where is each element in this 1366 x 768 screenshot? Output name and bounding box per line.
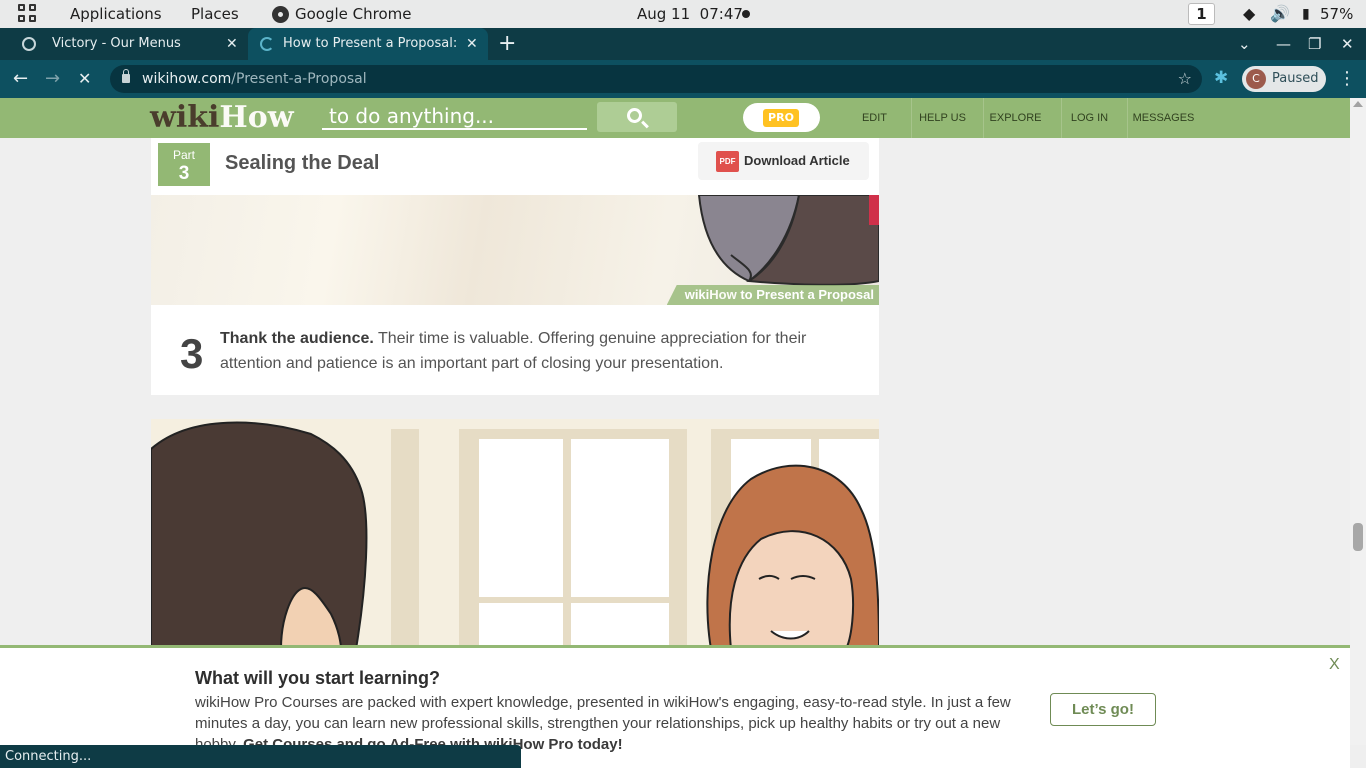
search-icon xyxy=(627,108,642,123)
nav-explore[interactable]: EXPLORE xyxy=(983,98,1047,138)
nav-messages[interactable]: MESSAGES xyxy=(1127,98,1199,138)
chrome-icon xyxy=(272,6,289,23)
forward-button[interactable]: → xyxy=(45,60,60,98)
logo-part-how: How xyxy=(219,100,294,135)
back-button[interactable]: ← xyxy=(13,60,28,98)
image-watermark: wikiHow to Present a Proposal xyxy=(666,285,879,305)
wikihow-logo[interactable]: wikiHow xyxy=(150,102,294,134)
logo-part-wiki: wiki xyxy=(150,100,220,135)
minimize-button[interactable]: — xyxy=(1276,28,1291,60)
illustration-art xyxy=(151,419,879,649)
lets-go-button[interactable]: Let’s go! xyxy=(1050,693,1156,726)
download-article-button[interactable]: PDF Download Article xyxy=(698,142,869,180)
places-menu[interactable]: Places xyxy=(191,0,239,28)
pro-button[interactable]: PRO xyxy=(743,103,820,132)
tab-close-icon[interactable]: ✕ xyxy=(466,28,478,60)
promo-close-button[interactable]: X xyxy=(1329,656,1340,674)
url-host: wikihow.com xyxy=(142,71,232,87)
stop-loading-button[interactable]: ✕ xyxy=(78,60,91,98)
tab-title: How to Present a Proposal: 1 xyxy=(283,36,459,51)
tab-present-proposal[interactable]: How to Present a Proposal: 1 ✕ xyxy=(248,28,488,60)
nav-edit[interactable]: EDIT xyxy=(838,98,911,138)
address-bar[interactable]: wikihow.com/Present-a-Proposal ☆ xyxy=(110,65,1202,93)
workspace-indicator[interactable]: 1 xyxy=(1188,3,1215,25)
nav-help-us[interactable]: HELP US xyxy=(911,98,973,138)
profile-button[interactable]: C Paused xyxy=(1242,66,1326,92)
loading-spinner-icon xyxy=(260,37,274,51)
avatar: C xyxy=(1246,69,1266,89)
download-label: Download Article xyxy=(744,153,850,168)
step-heading: Thank the audience. xyxy=(220,330,374,347)
battery-percent[interactable]: 57% xyxy=(1320,0,1353,28)
step-illustration[interactable]: wikiHow to Present a Proposal xyxy=(151,195,879,305)
step-number: 3 xyxy=(180,330,204,377)
tab-strip: Victory - Our Menus ✕ How to Present a P… xyxy=(0,28,1366,60)
system-top-bar: Applications Places Google Chrome Aug 11… xyxy=(0,0,1366,28)
tab-victory-menus[interactable]: Victory - Our Menus ✕ xyxy=(8,28,248,60)
browser-toolbar: ← → ✕ wikihow.com/Present-a-Proposal ☆ ✱… xyxy=(0,60,1366,98)
volume-icon[interactable]: 🔊 xyxy=(1270,0,1290,28)
search-placeholder: to do anything... xyxy=(329,104,495,128)
url-text[interactable]: wikihow.com/Present-a-Proposal xyxy=(142,65,367,93)
step-text: Thank the audience. Their time is valuab… xyxy=(220,326,840,376)
search-input[interactable]: to do anything... xyxy=(322,102,587,130)
search-button[interactable] xyxy=(597,102,677,132)
part-label: Part xyxy=(172,148,195,162)
active-app-menu[interactable]: Google Chrome xyxy=(295,0,412,28)
article-section: Part 3 Sealing the Deal PDF Download Art… xyxy=(151,138,879,395)
tab-title: Victory - Our Menus xyxy=(52,36,181,51)
lock-icon[interactable] xyxy=(122,69,130,83)
watermark-how: How xyxy=(709,287,737,302)
bookmark-star-icon[interactable]: ☆ xyxy=(1178,65,1192,93)
clock[interactable]: Aug 11 07:47 xyxy=(637,0,743,28)
tab-search-icon[interactable]: ⌄ xyxy=(1238,28,1251,60)
watermark-title: to Present a Proposal xyxy=(736,287,874,302)
maximize-button[interactable]: ❐ xyxy=(1308,28,1321,60)
pro-badge: PRO xyxy=(763,109,799,127)
scroll-up-arrow-icon[interactable] xyxy=(1353,101,1363,107)
section-title: Sealing the Deal xyxy=(225,152,380,174)
promo-title: What will you start learning? xyxy=(195,668,441,688)
url-path: /Present-a-Proposal xyxy=(231,71,367,87)
notification-dot-icon xyxy=(742,10,750,18)
site-header: wikiHow to do anything... PRO EDIT HELP … xyxy=(0,98,1350,138)
next-step-illustration[interactable] xyxy=(151,419,879,649)
status-bubble: Connecting... xyxy=(0,745,521,768)
watermark-wiki: wiki xyxy=(684,287,710,302)
window-close-button[interactable]: ✕ xyxy=(1341,28,1354,60)
tab-close-icon[interactable]: ✕ xyxy=(226,28,238,60)
new-tab-button[interactable]: + xyxy=(498,28,516,60)
page-scrollbar[interactable] xyxy=(1350,98,1366,745)
part-number: 3 xyxy=(178,163,190,184)
scroll-thumb[interactable] xyxy=(1353,523,1363,551)
pdf-icon: PDF xyxy=(716,151,739,172)
browser-menu-icon[interactable]: ⋮ xyxy=(1338,60,1356,98)
wifi-icon[interactable]: ◆ xyxy=(1243,0,1255,28)
globe-icon xyxy=(22,37,36,51)
profile-status: Paused xyxy=(1272,71,1319,86)
applications-menu[interactable]: Applications xyxy=(70,0,162,28)
part-badge: Part 3 xyxy=(158,143,210,186)
extensions-puzzle-icon[interactable]: ✱ xyxy=(1214,69,1232,87)
battery-icon[interactable]: ▮ xyxy=(1302,0,1310,28)
nav-log-in[interactable]: LOG IN xyxy=(1061,98,1117,138)
